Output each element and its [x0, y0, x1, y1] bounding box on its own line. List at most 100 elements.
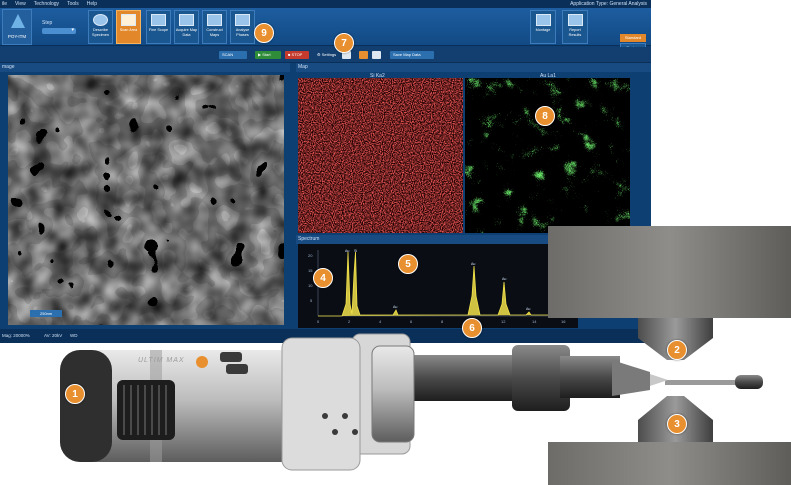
menu-file[interactable]: ile [2, 0, 7, 8]
status-working-distance: WD [70, 333, 78, 338]
pole-piece-lower [548, 396, 791, 485]
step-analyse-phases[interactable]: Analyse Phases [230, 10, 255, 44]
status-bar: Mag: 20000% AV: 20kV WD [0, 329, 651, 343]
electron-image-texture [8, 75, 284, 325]
scan-button[interactable]: SCAN [219, 51, 247, 59]
detector-snout [405, 345, 668, 411]
save-label: Save Map Data [393, 52, 421, 57]
settings-button[interactable]: ⚙ Settings [314, 51, 340, 59]
step-label-construct: Construct Maps [206, 28, 223, 37]
report-label: Report Results [568, 28, 582, 37]
info-icon [93, 14, 108, 26]
montage-icon [535, 14, 551, 26]
spectrum-panel-title: Spectrum [296, 235, 651, 244]
start-label: Start [262, 52, 271, 57]
construct-maps-icon [207, 14, 222, 26]
step-fine-scope[interactable]: Fine Scope [146, 10, 171, 44]
menu-tools[interactable]: Tools [67, 0, 79, 8]
step-select[interactable]: ▾ [42, 27, 76, 34]
peak-label: Au [502, 277, 506, 281]
montage-label: Montage [535, 28, 551, 32]
step-label-scan: Scan Area [119, 28, 138, 32]
map-panel-title: Map [296, 63, 651, 72]
x-tick: 4 [379, 319, 382, 324]
acquire-map-icon [179, 14, 194, 26]
y-tick: 5 [310, 298, 313, 303]
callout-badge-4: 4 [313, 268, 333, 288]
stop-label: STOP [291, 52, 303, 57]
callout-badge-6: 6 [462, 318, 482, 338]
report-icon [567, 14, 583, 26]
report-results-button[interactable]: Report Results [562, 10, 588, 44]
standard-mode-button[interactable]: Standard [620, 34, 646, 42]
peak-label: Au [471, 262, 475, 266]
step-label-analyse: Analyse Phases [235, 28, 250, 37]
montage-button[interactable]: Montage [530, 10, 556, 44]
grid-toggle-button[interactable] [359, 51, 368, 59]
x-tick: 12 [501, 319, 506, 324]
callout-badge-2: 2 [667, 340, 687, 360]
y-tick: 10 [308, 283, 313, 288]
spectrum-svg: 20 15 10 5 0 2 4 6 8 10 12 14 16 [308, 249, 570, 324]
status-accelerating-voltage: AV: 20kV [44, 333, 63, 338]
status-magnification: Mag: 20000% [2, 333, 30, 338]
spectrum-chart[interactable]: 20 15 10 5 0 2 4 6 8 10 12 14 16 [298, 244, 578, 328]
image-panel-title: mage [0, 63, 290, 72]
menu-bar: ile View Technology Tools Help Applicati… [0, 0, 651, 8]
menu-view[interactable]: View [15, 0, 26, 8]
x-tick: 0 [317, 319, 320, 324]
step-scan-area[interactable]: Scan Area [116, 10, 141, 44]
menu-technology[interactable]: Technology [34, 0, 59, 8]
step-label-acquire: Acquire Map Data [175, 28, 198, 37]
x-tick: 16 [561, 319, 566, 324]
fine-scope-icon [151, 14, 166, 26]
start-button[interactable]: ▶ Start [255, 51, 281, 59]
detector-brand-label: ULTIM MAX [138, 357, 185, 364]
electron-image[interactable]: 250nm [8, 75, 284, 325]
scan-label: SCAN [222, 52, 234, 57]
detector-flange [351, 333, 415, 455]
x-tick: 2 [348, 319, 351, 324]
si-map-texture [298, 78, 463, 233]
app-logo-label: POY-ITM [7, 34, 27, 39]
layout-toggle-button[interactable] [372, 51, 381, 59]
peak-label: Au [345, 249, 349, 253]
step-acquire-map-data[interactable]: Acquire Map Data [174, 10, 199, 44]
spectrum-trace [318, 251, 570, 317]
sample-holder-rod [665, 375, 763, 389]
step-label-fine: Fine Scope [148, 28, 169, 32]
ribbon: POY-ITM Step ▾ Describe Specimen Scan Ar… [0, 8, 651, 51]
acquisition-toolbar: SCAN ▶ Start ■ STOP ⚙ Settings Save Map … [0, 47, 651, 63]
au-map-texture [465, 78, 630, 233]
x-tick: 14 [532, 319, 537, 324]
x-tick: 8 [441, 319, 444, 324]
panels-area: mage 250nm Map Si Ka2 Au La1 Spectrum 20… [0, 63, 651, 343]
settings-label: Settings [321, 52, 337, 57]
save-map-data-button[interactable]: Save Map Data [390, 51, 434, 59]
menu-help[interactable]: Help [87, 0, 97, 8]
step-label-describe: Describe Specimen [92, 28, 109, 37]
x-tick: 6 [410, 319, 413, 324]
callout-badge-5: 5 [398, 254, 418, 274]
callout-badge-1: 1 [65, 384, 85, 404]
step-construct-maps[interactable]: Construct Maps [202, 10, 227, 44]
application-window: ile View Technology Tools Help Applicati… [0, 0, 651, 343]
step-describe-specimen[interactable]: Describe Specimen [88, 10, 113, 44]
scan-area-icon [121, 14, 136, 26]
callout-badge-8: 8 [535, 106, 555, 126]
peak-label: Au [526, 307, 530, 311]
application-type: Application Type: General Analysis [570, 1, 647, 7]
analyse-phases-icon [235, 14, 250, 26]
y-tick: 15 [308, 268, 313, 273]
detector-body [60, 337, 361, 471]
app-logo-tile[interactable]: POY-ITM [2, 9, 32, 45]
callout-badge-3: 3 [667, 414, 687, 434]
peak-label: Si [354, 249, 357, 253]
callout-badge-7: 7 [334, 33, 354, 53]
au-element-map[interactable] [465, 78, 630, 233]
callout-badge-9: 9 [254, 23, 274, 43]
y-tick: 20 [308, 253, 313, 258]
peak-label: Au [393, 305, 397, 309]
si-element-map[interactable] [298, 78, 463, 233]
stop-button[interactable]: ■ STOP [285, 51, 309, 59]
